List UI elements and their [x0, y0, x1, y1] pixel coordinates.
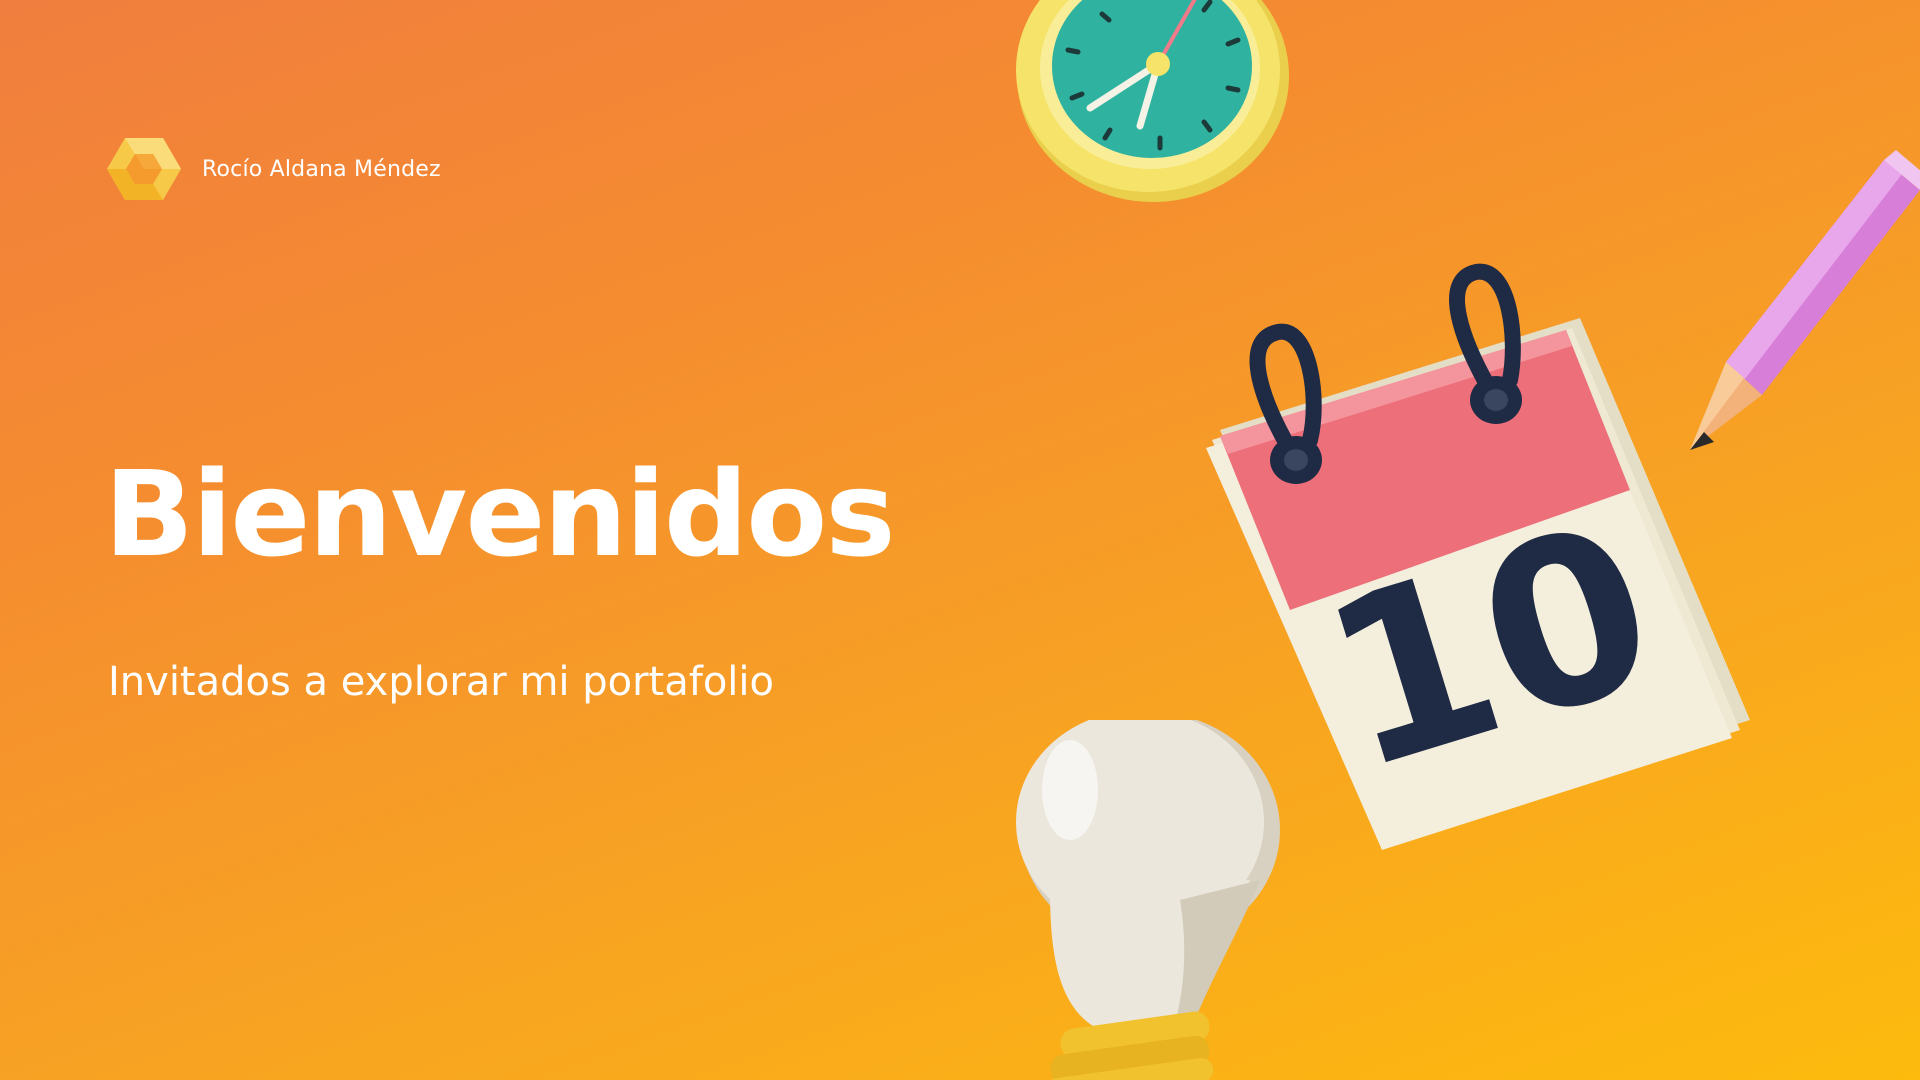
- brand-name: Rocío Aldana Méndez: [202, 156, 441, 182]
- brand: Rocío Aldana Méndez: [106, 136, 441, 202]
- clock-icon: [1016, 0, 1289, 202]
- page-subtitle: Invitados a explorar mi portafolio: [108, 659, 774, 705]
- slide: Rocío Aldana Méndez Bienvenidos Invitado…: [0, 0, 1920, 1080]
- lightbulb-icon: [1016, 720, 1280, 1080]
- hexagon-logo-icon: [107, 138, 181, 200]
- page-title: Bienvenidos: [104, 445, 896, 583]
